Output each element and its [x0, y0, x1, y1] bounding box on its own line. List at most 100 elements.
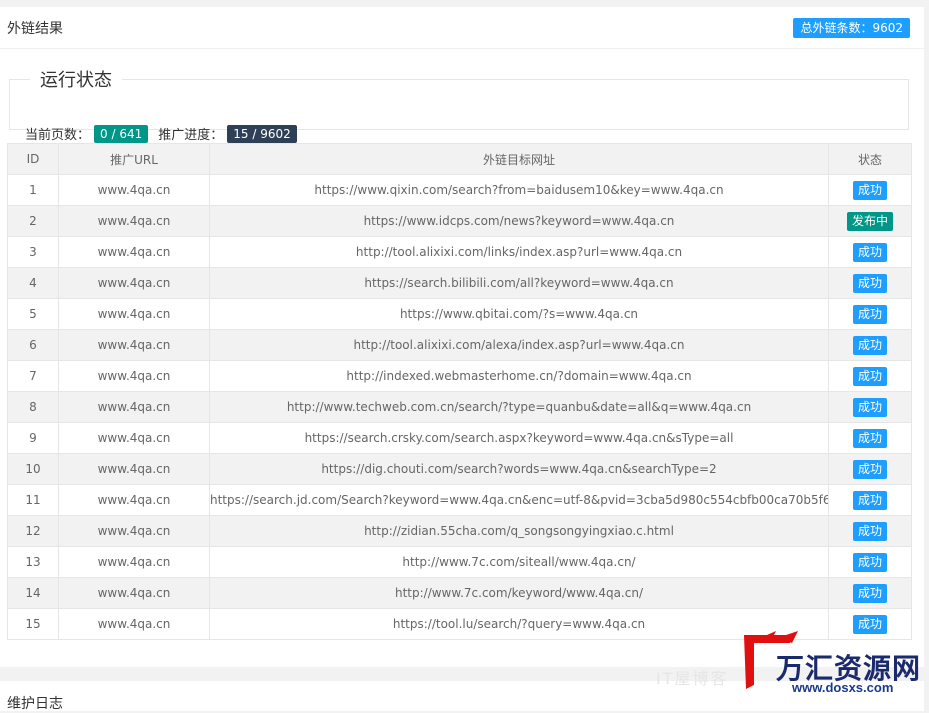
row-id-cell: 2	[7, 205, 59, 237]
column-header-id: ID	[7, 143, 59, 175]
table-row: 14 www.4qa.cn http://www.7c.com/keyword/ww…	[7, 577, 912, 609]
row-target-cell: https://www.qbitai.com/?s=www.4qa.cn	[209, 298, 829, 330]
table-row: 2 www.4qa.cn https://www.idcps.com/news?ke…	[7, 205, 912, 237]
row-id-cell: 12	[7, 515, 59, 547]
status-tag[interactable]: 成功	[852, 428, 887, 448]
table-row: 5 www.4qa.cn https://www.qbitai.com/?s=www…	[7, 298, 912, 330]
row-url-cell: www.4qa.cn	[58, 577, 210, 609]
status-tag[interactable]: 发布中	[846, 211, 893, 231]
row-target-cell: https://search.bilibili.com/all?keyword=…	[209, 267, 829, 299]
row-id-cell: 14	[7, 577, 59, 609]
row-status-cell: 成功	[828, 453, 912, 485]
status-line: 当前页数： 0 / 641 推广进度： 15 / 9602	[25, 124, 307, 143]
row-url-cell: www.4qa.cn	[58, 608, 210, 640]
row-target-cell: http://tool.alixixi.com/alexa/index.asp?…	[209, 329, 829, 361]
row-url-cell: www.4qa.cn	[58, 515, 210, 547]
status-tag[interactable]: 成功	[852, 335, 887, 355]
row-target-cell: https://www.qixin.com/search?from=baidus…	[209, 174, 829, 206]
row-id-cell: 7	[7, 360, 59, 392]
row-status-cell: 发布中	[828, 205, 912, 237]
row-url-cell: www.4qa.cn	[58, 422, 210, 454]
table-row: 8 www.4qa.cn http://www.techweb.com.cn/sea…	[7, 391, 912, 423]
row-target-cell: http://www.7c.com/keyword/www.4qa.cn/	[209, 577, 829, 609]
table-row: 11 www.4qa.cn https://search.jd.com/Search…	[7, 484, 912, 516]
row-target-cell: http://www.techweb.com.cn/search/?type=q…	[209, 391, 829, 423]
status-tag[interactable]: 成功	[852, 366, 887, 386]
table-row: 1 www.4qa.cn https://www.qixin.com/search?…	[7, 174, 912, 206]
panel-title: 外链结果	[7, 20, 63, 37]
column-header-target: 外链目标网址	[209, 143, 829, 175]
status-tag[interactable]: 成功	[852, 521, 887, 541]
row-status-cell: 成功	[828, 577, 912, 609]
status-tag[interactable]: 成功	[852, 180, 887, 200]
table-row: 13 www.4qa.cn http://www.7c.com/siteall/ww…	[7, 546, 912, 578]
progress-label: 推广进度：	[158, 128, 224, 143]
row-url-cell: www.4qa.cn	[58, 453, 210, 485]
row-url-cell: www.4qa.cn	[58, 298, 210, 330]
table-row: 12 www.4qa.cn http://zidian.55cha.com/q_so…	[7, 515, 912, 547]
table-row: 6 www.4qa.cn http://tool.alixixi.com/alexa…	[7, 329, 912, 361]
status-tag[interactable]: 成功	[852, 552, 887, 572]
column-header-status: 状态	[828, 143, 912, 175]
row-id-cell: 13	[7, 546, 59, 578]
status-tag[interactable]: 成功	[852, 583, 887, 603]
row-status-cell: 成功	[828, 484, 912, 516]
row-url-cell: www.4qa.cn	[58, 360, 210, 392]
status-tag[interactable]: 成功	[852, 397, 887, 417]
maintenance-log-title: 维护日志	[7, 696, 63, 712]
row-url-cell: www.4qa.cn	[58, 267, 210, 299]
row-target-cell: http://zidian.55cha.com/q_songsongyingxi…	[209, 515, 829, 547]
row-url-cell: www.4qa.cn	[58, 484, 210, 516]
panel-header: 外链结果 总外链条数：9602	[0, 7, 924, 49]
table-row: 3 www.4qa.cn http://tool.alixixi.com/links…	[7, 236, 912, 268]
table-row: 7 www.4qa.cn http://indexed.webmasterhome.…	[7, 360, 912, 392]
table-header-row: ID 推广URL 外链目标网址 状态	[7, 143, 912, 175]
row-id-cell: 9	[7, 422, 59, 454]
current-page-badge: 0 / 641	[94, 124, 149, 143]
table-row: 10 www.4qa.cn https://dig.chouti.com/searc…	[7, 453, 912, 485]
row-target-cell: https://dig.chouti.com/search?words=www.…	[209, 453, 829, 485]
status-tag[interactable]: 成功	[852, 304, 887, 324]
status-tag[interactable]: 成功	[852, 490, 887, 510]
row-id-cell: 11	[7, 484, 59, 516]
row-status-cell: 成功	[828, 360, 912, 392]
total-links-badge: 总外链条数：9602	[793, 17, 910, 38]
row-status-cell: 成功	[828, 391, 912, 423]
table-row: 4 www.4qa.cn https://search.bilibili.com/a…	[7, 267, 912, 299]
row-url-cell: www.4qa.cn	[58, 174, 210, 206]
row-id-cell: 6	[7, 329, 59, 361]
row-status-cell: 成功	[828, 546, 912, 578]
row-target-cell: http://www.7c.com/siteall/www.4qa.cn/	[209, 546, 829, 578]
links-table: ID 推广URL 外链目标网址 状态 1 www.4qa.cn https://ww…	[7, 143, 912, 640]
table-row: 9 www.4qa.cn https://search.crsky.com/sear…	[7, 422, 912, 454]
row-url-cell: www.4qa.cn	[58, 329, 210, 361]
site-logo: 万汇资源网 www.dosxs.com	[740, 628, 926, 698]
row-id-cell: 5	[7, 298, 59, 330]
status-tag[interactable]: 成功	[852, 242, 887, 262]
row-target-cell: https://www.idcps.com/news?keyword=www.4…	[209, 205, 829, 237]
row-id-cell: 10	[7, 453, 59, 485]
status-tag[interactable]: 成功	[852, 273, 887, 293]
row-target-cell: https://tool.lu/search/?query=www.4qa.cn	[209, 608, 829, 640]
row-id-cell: 15	[7, 608, 59, 640]
row-status-cell: 成功	[828, 236, 912, 268]
status-tag[interactable]: 成功	[852, 459, 887, 479]
row-target-cell: http://indexed.webmasterhome.cn/?domain=…	[209, 360, 829, 392]
row-status-cell: 成功	[828, 174, 912, 206]
run-status-box: 运行状态 当前页数： 0 / 641 推广进度： 15 / 9602	[9, 66, 909, 143]
run-status-legend: 运行状态	[40, 70, 112, 91]
logo-url: www.dosxs.com	[792, 680, 894, 695]
row-url-cell: www.4qa.cn	[58, 205, 210, 237]
row-url-cell: www.4qa.cn	[58, 391, 210, 423]
row-status-cell: 成功	[828, 515, 912, 547]
row-id-cell: 3	[7, 236, 59, 268]
current-page-label: 当前页数：	[25, 128, 91, 143]
row-id-cell: 8	[7, 391, 59, 423]
row-target-cell: http://tool.alixixi.com/links/index.asp?…	[209, 236, 829, 268]
watermark-text: IT屋博客	[656, 669, 729, 688]
row-target-cell: https://search.crsky.com/search.aspx?key…	[209, 422, 829, 454]
progress-badge: 15 / 9602	[227, 124, 297, 143]
row-url-cell: www.4qa.cn	[58, 236, 210, 268]
row-status-cell: 成功	[828, 298, 912, 330]
row-url-cell: www.4qa.cn	[58, 546, 210, 578]
